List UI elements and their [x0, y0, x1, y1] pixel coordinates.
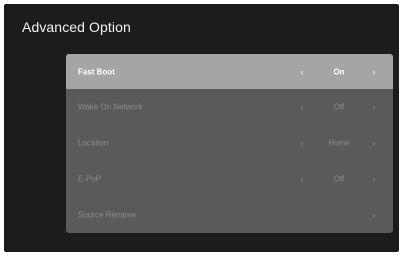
- menu-item-label: Location: [78, 138, 109, 147]
- menu-item-label: E-PoP: [78, 174, 102, 183]
- chevron-left-icon[interactable]: ‹: [297, 174, 307, 184]
- menu-item-location[interactable]: Location ‹ Home ›: [66, 125, 393, 160]
- menu-item-wake-on-network[interactable]: Wake On Network ‹ Off ›: [66, 89, 393, 124]
- menu-item-value: Off: [333, 102, 345, 111]
- menu-item-label: Source Rename: [78, 210, 136, 219]
- chevron-right-icon[interactable]: ›: [369, 210, 379, 220]
- menu-item-label: Fast Boot: [78, 67, 115, 76]
- chevron-left-icon[interactable]: ‹: [297, 67, 307, 77]
- menu-item-value: Home: [328, 138, 350, 147]
- tv-screen: Advanced Option Fast Boot ‹ On › Wake On…: [4, 4, 399, 252]
- menu-item-source-rename[interactable]: Source Rename ›: [66, 197, 393, 232]
- advanced-option-menu: Fast Boot ‹ On › Wake On Network ‹ Off ›…: [66, 54, 393, 233]
- menu-item-e-pop[interactable]: E-PoP ‹ Off ›: [66, 161, 393, 196]
- chevron-left-icon[interactable]: ‹: [297, 102, 307, 112]
- menu-item-label: Wake On Network: [78, 102, 143, 111]
- chevron-right-icon[interactable]: ›: [369, 67, 379, 77]
- chevron-right-icon[interactable]: ›: [369, 138, 379, 148]
- menu-item-value: Off: [333, 174, 345, 183]
- menu-item-value: On: [333, 67, 345, 76]
- page-title: Advanced Option: [22, 19, 131, 35]
- chevron-right-icon[interactable]: ›: [369, 102, 379, 112]
- chevron-right-icon[interactable]: ›: [369, 174, 379, 184]
- chevron-left-icon[interactable]: ‹: [297, 138, 307, 148]
- menu-item-fast-boot[interactable]: Fast Boot ‹ On ›: [66, 54, 393, 89]
